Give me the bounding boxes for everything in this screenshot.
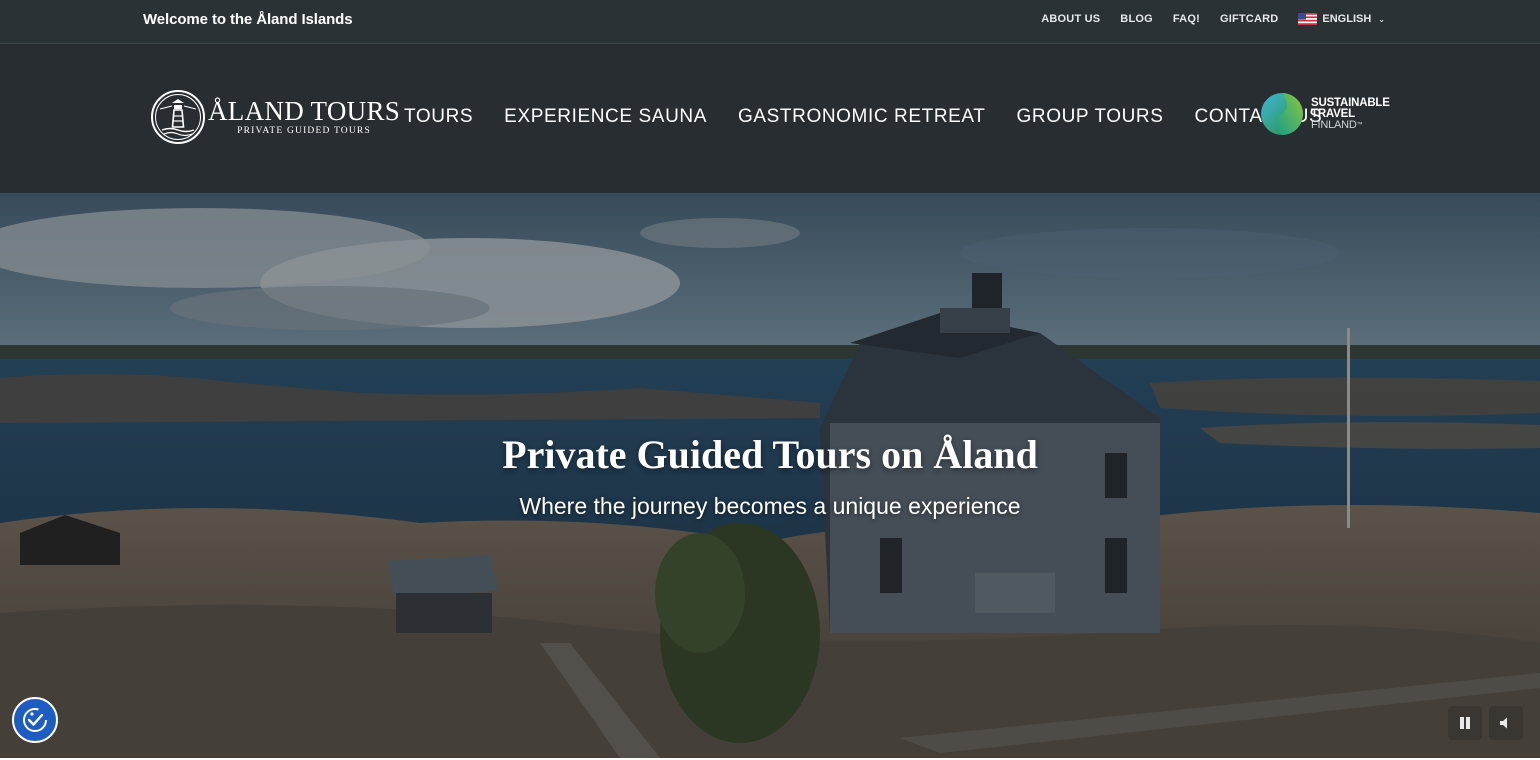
sustainable-globe-icon (1261, 93, 1303, 135)
chevron-down-icon: ⌄ (1378, 14, 1385, 24)
nav-gastronomic-retreat[interactable]: GASTRONOMIC RETREAT (738, 106, 986, 128)
site-logo[interactable]: ÅLAND TOURS PRIVATE GUIDED TOURS (150, 89, 400, 145)
language-label: ENGLISH (1322, 13, 1372, 25)
mute-button[interactable] (1489, 706, 1523, 740)
sustainable-travel-finland-badge[interactable]: SUSTAINABLE TRAVEL FINLAND™ (1260, 92, 1390, 136)
top-links: ABOUT US BLOG FAQ! GIFTCARD ENGLISH ⌄ (1041, 13, 1385, 25)
badge-line-1: SUSTAINABLE (1311, 96, 1390, 109)
main-nav: TOURS EXPERIENCE SAUNA GASTRONOMIC RETRE… (404, 106, 1322, 128)
badge-line-3: FINLAND (1311, 118, 1357, 131)
lighthouse-icon (151, 90, 205, 144)
logo-title: ÅLAND TOURS (208, 96, 401, 126)
us-flag-icon (1298, 13, 1318, 25)
blog-link[interactable]: BLOG (1120, 13, 1153, 25)
accessibility-check-icon (23, 708, 47, 732)
badge-trademark: ™ (1356, 121, 1363, 128)
language-selector[interactable]: ENGLISH ⌄ (1298, 13, 1385, 25)
nav-group-tours[interactable]: GROUP TOURS (1017, 106, 1164, 128)
top-bar: Welcome to the Åland Islands ABOUT US BL… (0, 0, 1540, 44)
welcome-text: Welcome to the Åland Islands (143, 11, 353, 28)
hero-subtitle: Where the journey becomes a unique exper… (519, 493, 1021, 519)
faq-link[interactable]: FAQ! (1173, 13, 1200, 25)
logo-subtitle: PRIVATE GUIDED TOURS (237, 126, 371, 136)
pause-button[interactable] (1448, 706, 1482, 740)
giftcard-link[interactable]: GIFTCARD (1220, 13, 1278, 25)
hero-section: Private Guided Tours on Åland Where the … (0, 193, 1540, 758)
speaker-icon (1500, 717, 1507, 729)
accessibility-button[interactable] (12, 697, 58, 743)
hero-title: Private Guided Tours on Åland (502, 432, 1038, 477)
pause-icon (1460, 717, 1470, 729)
nav-experience-sauna[interactable]: EXPERIENCE SAUNA (504, 106, 707, 128)
main-header: ÅLAND TOURS PRIVATE GUIDED TOURS TOURS E… (0, 44, 1540, 193)
about-us-link[interactable]: ABOUT US (1041, 13, 1100, 25)
nav-tours[interactable]: TOURS (404, 106, 473, 128)
